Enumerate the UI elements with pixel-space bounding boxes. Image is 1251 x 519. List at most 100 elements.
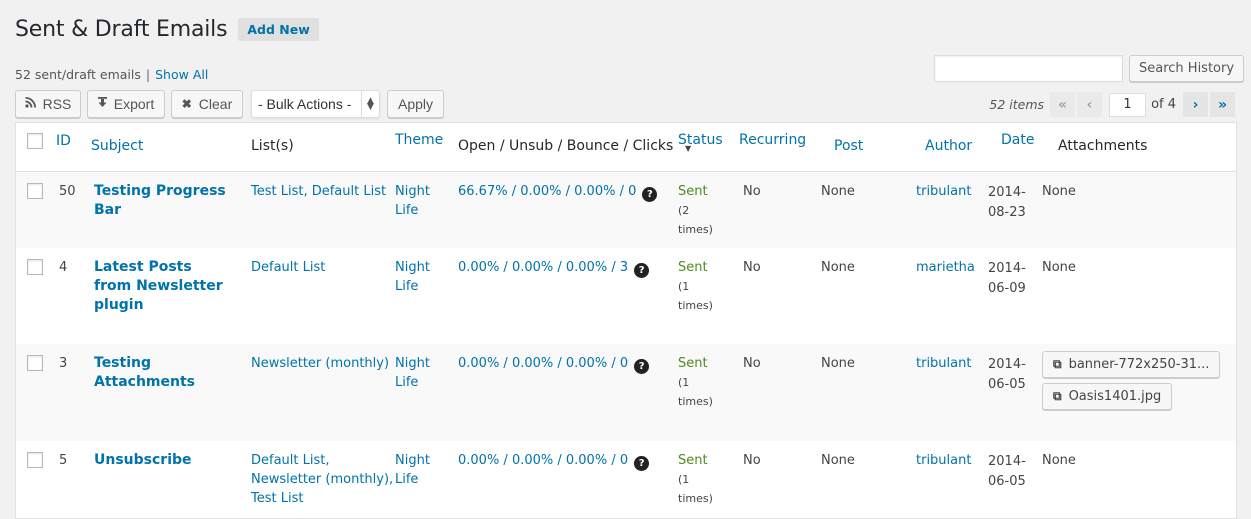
export-label: Export	[113, 96, 155, 112]
attachment-icon: ⧉	[1053, 389, 1062, 403]
total-pages: of 4	[1151, 97, 1176, 112]
row-stats-link[interactable]: 66.67% / 0.00% / 0.00% / 0	[458, 184, 636, 199]
column-status[interactable]: Status ▼	[678, 123, 741, 172]
row-theme-link[interactable]: Night Life	[395, 258, 435, 296]
column-lists-label: List(s)	[251, 138, 294, 154]
next-page-button[interactable]: ›	[1183, 92, 1208, 117]
row-subject-link[interactable]: Latest Posts from Newsletter plugin	[94, 258, 224, 315]
row-author-link[interactable]: marietha	[916, 258, 975, 277]
column-author-label[interactable]: Author	[925, 138, 972, 154]
prev-page-button[interactable]: ‹	[1077, 92, 1103, 117]
items-count: 52 items	[989, 97, 1045, 112]
row-checkbox[interactable]	[27, 355, 43, 371]
column-recurring-label[interactable]: Recurring	[739, 132, 806, 148]
row-date: 2014-06-05	[988, 357, 1026, 392]
column-theme[interactable]: Theme	[395, 123, 464, 172]
show-all-link[interactable]: Show All	[155, 67, 208, 82]
row-author-link[interactable]: tribulant	[916, 354, 971, 373]
row-post: None	[821, 183, 855, 199]
row-checkbox[interactable]	[27, 259, 43, 275]
row-recurring: No	[743, 356, 761, 371]
row-theme-link[interactable]: Night Life	[395, 451, 435, 489]
column-subject-label[interactable]: Subject	[91, 138, 143, 154]
row-post: None	[821, 356, 855, 371]
column-attachments-label: Attachments	[1058, 138, 1148, 154]
table-row: 4 Latest Posts from Newsletter plugin De…	[16, 248, 1236, 344]
row-list-link[interactable]: Test List, Default List	[251, 184, 386, 199]
row-subject-link[interactable]: Testing Attachments	[94, 354, 204, 392]
row-recurring: No	[743, 183, 761, 199]
row-list-link[interactable]: Default List	[251, 260, 325, 275]
column-post[interactable]: Post	[818, 123, 909, 172]
row-list-link[interactable]: Newsletter (monthly),	[251, 472, 393, 487]
last-page-button[interactable]: »	[1210, 92, 1235, 117]
bulk-actions-select[interactable]: - Bulk Actions - ▲ ▼	[251, 90, 380, 118]
column-id-label[interactable]: ID	[56, 133, 71, 149]
column-date[interactable]: Date	[985, 123, 1042, 172]
row-status: Sent	[678, 356, 708, 371]
table-row: 50 Testing Progress Bar Test List, Defau…	[16, 171, 1236, 248]
row-list-link[interactable]: Newsletter (monthly)	[251, 356, 389, 371]
first-page-button[interactable]: «	[1050, 92, 1076, 117]
column-post-label[interactable]: Post	[834, 138, 863, 154]
row-recurring: No	[743, 453, 761, 468]
row-subject-link[interactable]: Testing Progress Bar	[94, 182, 244, 220]
row-status: Sent	[678, 183, 708, 199]
row-author-link[interactable]: tribulant	[916, 182, 971, 201]
search-box: Search History	[934, 55, 1245, 82]
help-icon[interactable]: ?	[634, 456, 650, 471]
page-title: Sent & Draft Emails	[15, 17, 228, 42]
row-checkbox[interactable]	[27, 182, 43, 199]
separator: |	[145, 67, 151, 82]
column-subject[interactable]: Subject	[85, 123, 245, 172]
row-list-link[interactable]: Default List,	[251, 453, 330, 468]
bulk-actions-value: - Bulk Actions -	[258, 96, 352, 112]
row-id: 5	[59, 453, 68, 468]
apply-button[interactable]: Apply	[387, 90, 445, 118]
filter-links: 52 sent/draft emails | Show All	[15, 67, 208, 82]
search-input[interactable]	[934, 55, 1123, 82]
row-id: 3	[59, 356, 68, 371]
row-theme-link[interactable]: Night Life	[395, 182, 435, 220]
clear-button[interactable]: ✖ Clear	[171, 90, 243, 118]
help-icon[interactable]: ?	[634, 263, 650, 278]
table-row: 3 Testing Attachments Newsletter (monthl…	[16, 344, 1236, 441]
help-icon[interactable]: ?	[634, 359, 650, 374]
rss-label: RSS	[42, 96, 72, 112]
help-icon[interactable]: ?	[642, 186, 658, 202]
row-attachments-list: ⧉ banner-772x250-31... ⧉ Oasis1401.jpg	[1042, 351, 1221, 415]
row-stats-link[interactable]: 0.00% / 0.00% / 0.00% / 3	[458, 260, 628, 275]
table-toolbar: RSS Export ✖ Clear - Bulk Actions - ▲ ▼ A…	[15, 90, 450, 118]
add-new-button[interactable]: Add New	[238, 18, 319, 41]
select-all-checkbox[interactable]	[27, 133, 43, 149]
row-status-count: (2 times)	[678, 203, 713, 236]
row-attachments: None	[1042, 260, 1076, 275]
row-theme-link[interactable]: Night Life	[395, 354, 435, 392]
row-status: Sent	[678, 453, 708, 468]
attachment-button[interactable]: ⧉ Oasis1401.jpg	[1042, 383, 1173, 410]
export-button[interactable]: Export	[87, 90, 165, 118]
current-page-input[interactable]	[1109, 92, 1147, 117]
column-date-label[interactable]: Date	[1001, 132, 1034, 148]
column-recurring[interactable]: Recurring	[739, 123, 818, 172]
row-stats-link[interactable]: 0.00% / 0.00% / 0.00% / 0	[458, 453, 628, 468]
row-stats-link[interactable]: 0.00% / 0.00% / 0.00% / 0	[458, 356, 628, 371]
search-history-button[interactable]: Search History	[1129, 55, 1245, 82]
row-status-count: (1 times)	[678, 473, 713, 505]
row-attachments: None	[1042, 183, 1076, 199]
column-id[interactable]: ID	[50, 123, 85, 172]
attachment-name: Oasis1401.jpg	[1068, 389, 1162, 404]
row-status-count: (1 times)	[678, 280, 713, 312]
download-icon	[97, 97, 107, 111]
column-attachments: Attachments	[1042, 123, 1236, 172]
column-author[interactable]: Author	[909, 123, 985, 172]
attachment-icon: ⧉	[1053, 357, 1062, 371]
row-subject-link[interactable]: Unsubscribe	[94, 451, 244, 470]
rss-button[interactable]: RSS	[15, 90, 81, 118]
rss-icon	[24, 97, 36, 111]
row-author-link[interactable]: tribulant	[916, 451, 971, 470]
row-checkbox[interactable]	[27, 452, 43, 468]
attachment-button[interactable]: ⧉ banner-772x250-31...	[1042, 351, 1221, 378]
row-date: 2014-06-09	[988, 261, 1026, 296]
column-theme-label[interactable]: Theme	[395, 132, 443, 148]
